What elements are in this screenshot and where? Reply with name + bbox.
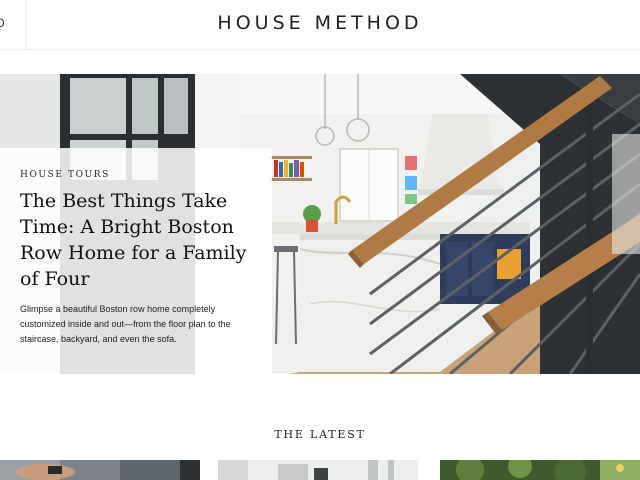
hero-feature[interactable]: HOUSE TOURS The Best Things Take Time: A…	[0, 74, 640, 374]
site-header: D HOUSE METHOD	[0, 0, 640, 50]
site-logo[interactable]: HOUSE METHOD	[0, 12, 640, 34]
section-heading-latest: THE LATEST	[274, 428, 366, 441]
hero-title[interactable]: The Best Things Take Time: A Bright Bost…	[20, 188, 252, 292]
latest-card-image-3[interactable]	[440, 460, 640, 480]
latest-card-image-1[interactable]	[0, 460, 200, 480]
hero-overlay-card: HOUSE TOURS The Best Things Take Time: A…	[0, 148, 272, 374]
hero-description: Glimpse a beautiful Boston row home comp…	[20, 304, 231, 344]
hero-category[interactable]: HOUSE TOURS	[20, 170, 252, 180]
latest-card-image-2[interactable]	[218, 460, 418, 480]
latest-thumbnails	[0, 460, 640, 480]
